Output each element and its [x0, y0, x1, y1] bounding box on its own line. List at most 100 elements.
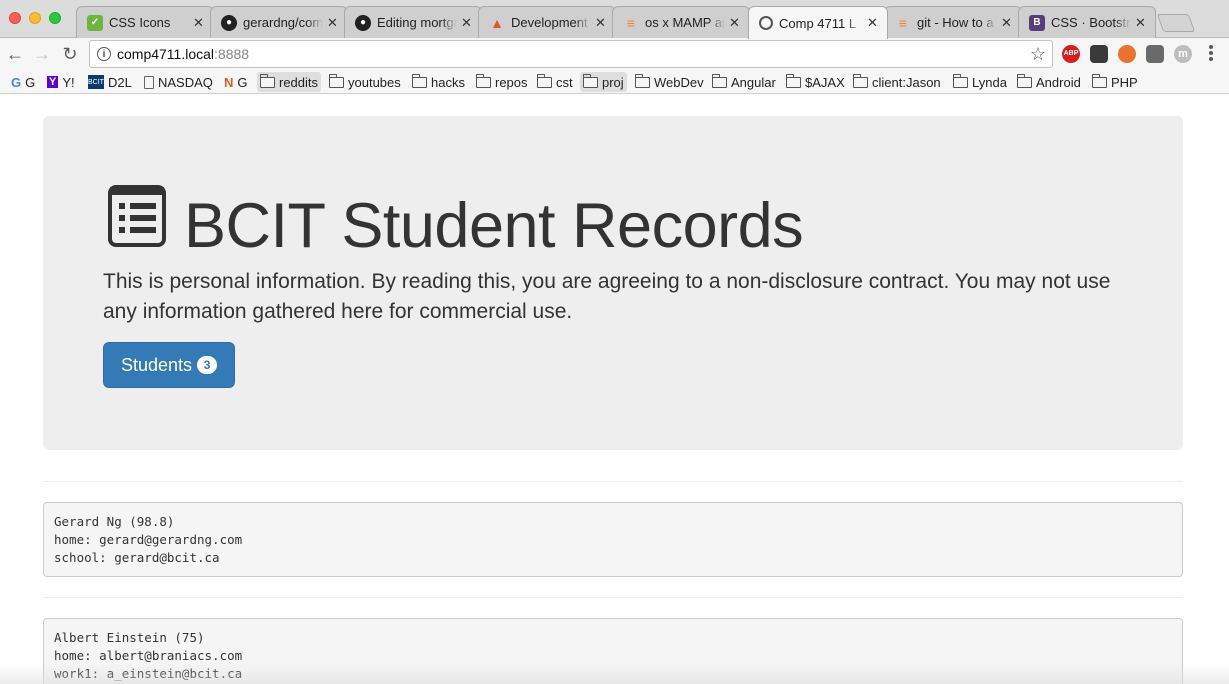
- close-tab-icon[interactable]: ✕: [1135, 15, 1147, 31]
- yahoo-icon: Y: [47, 76, 59, 88]
- bookmark-label: Angular: [731, 74, 776, 90]
- new-tab-button[interactable]: [1156, 14, 1196, 32]
- students-button-label: Students: [120, 354, 193, 375]
- close-tab-icon[interactable]: ✕: [729, 15, 741, 31]
- tab-title: git - How to a: [917, 15, 994, 30]
- bookmark-label: Y!: [62, 74, 75, 90]
- folder-icon: [634, 73, 650, 88]
- bookmark-folder-webdev[interactable]: WebDev: [632, 72, 707, 92]
- bookmark-label: G: [25, 74, 36, 90]
- divider: [43, 597, 1183, 598]
- browser-tab[interactable]: ≡ git - How to a ✕: [884, 6, 1022, 38]
- browser-tab[interactable]: ▲ Development ✕: [478, 6, 616, 38]
- bookmark-label: client:Jason: [872, 74, 941, 90]
- bookmark-label: D2L: [108, 74, 132, 90]
- students-count-badge: 3: [197, 356, 218, 374]
- bookmark-label: NASDAQ: [158, 74, 213, 90]
- bookmark-folder-reddits[interactable]: reddits: [257, 72, 322, 92]
- bookmark-label: reddits: [279, 74, 319, 90]
- students-button[interactable]: Students 3: [103, 342, 235, 388]
- bookmark-label: youtubes: [348, 74, 401, 90]
- bookmark-d2l[interactable]: BCIT D2L: [85, 72, 135, 92]
- bookmark-google[interactable]: G G: [8, 72, 38, 92]
- folder-icon: [328, 73, 344, 88]
- page-content: BCIT Student Records This is personal in…: [0, 95, 1229, 684]
- bookmark-label: Lynda: [972, 74, 1007, 90]
- ghostery-icon[interactable]: [1090, 45, 1108, 63]
- bookmark-label: Android: [1036, 74, 1081, 90]
- browser-tab[interactable]: ✓ CSS Icons ✕: [76, 6, 214, 38]
- address-bar[interactable]: i comp4711.local:8888 ☆: [89, 40, 1053, 68]
- browser-tab-active[interactable]: Comp 4711 L ✕: [748, 6, 888, 39]
- folder-icon: [711, 73, 727, 88]
- bcit-icon: BCIT: [88, 75, 104, 89]
- folder-icon: [785, 73, 801, 88]
- extension-m-icon[interactable]: m: [1174, 45, 1192, 63]
- bookmark-star-icon[interactable]: ☆: [1030, 44, 1046, 65]
- divider: [43, 481, 1183, 482]
- close-tab-icon[interactable]: ✕: [461, 15, 473, 31]
- folder-icon: [582, 73, 598, 88]
- folder-icon: [411, 73, 427, 88]
- css-icons-favicon: ✓: [87, 14, 103, 31]
- tab-title: CSS · Bootstr: [1051, 15, 1131, 30]
- bookmark-folder-ajax[interactable]: $AJAX: [783, 72, 848, 92]
- bookmark-label: PHP: [1111, 74, 1138, 90]
- browser-tab-strip: ✓ CSS Icons ✕ ● gerardng/com ✕ ● Editing…: [0, 0, 1229, 39]
- jumbotron: BCIT Student Records This is personal in…: [43, 116, 1183, 450]
- back-arrow-icon[interactable]: ←: [4, 43, 26, 65]
- close-tab-icon[interactable]: ✕: [193, 15, 205, 31]
- stackoverflow-favicon: ≡: [898, 14, 908, 31]
- extension-orange-icon[interactable]: [1118, 45, 1136, 63]
- browser-tab[interactable]: ≡ os x MAMP ap ✕: [612, 6, 750, 38]
- bookmark-label: cst: [556, 74, 573, 90]
- tab-title: Comp 4711 L: [779, 15, 857, 31]
- close-tab-icon[interactable]: ✕: [867, 15, 879, 31]
- google-icon: G: [11, 74, 22, 90]
- bookmark-folder-repos[interactable]: repos: [473, 72, 531, 92]
- bookmark-yahoo[interactable]: Y Y!: [44, 72, 78, 92]
- folder-icon: [1016, 73, 1032, 88]
- tab-title: Editing mortga: [377, 15, 457, 30]
- folder-icon: [1091, 73, 1107, 88]
- tab-title: Development: [511, 15, 588, 30]
- bookmark-folder-proj[interactable]: proj: [580, 72, 627, 92]
- bookmark-folder-lynda[interactable]: Lynda: [950, 72, 1010, 92]
- browser-tab[interactable]: B CSS · Bootstr ✕: [1018, 6, 1156, 38]
- reload-icon[interactable]: ↻: [59, 43, 81, 65]
- close-tab-icon[interactable]: ✕: [1001, 15, 1013, 31]
- bookmark-label: G: [237, 74, 248, 90]
- bookmark-folder-client-jason[interactable]: client:Jason: [850, 72, 944, 92]
- minimize-window-button[interactable]: [29, 12, 41, 24]
- bookmark-folder-hacks[interactable]: hacks: [409, 72, 468, 92]
- folder-icon: [952, 73, 968, 88]
- close-tab-icon[interactable]: ✕: [327, 15, 339, 31]
- disclaimer-text: This is personal information. By reading…: [103, 270, 1111, 323]
- bookmark-g[interactable]: N G: [221, 72, 251, 92]
- bookmark-nasdaq[interactable]: NASDAQ: [141, 72, 216, 92]
- bookmark-folder-cst[interactable]: cst: [534, 72, 576, 92]
- bookmark-label: hacks: [431, 74, 465, 90]
- bookmark-label: $AJAX: [805, 74, 845, 90]
- site-info-icon[interactable]: i: [97, 47, 111, 61]
- page-title: BCIT Student Records: [184, 191, 804, 261]
- bookmark-label: WebDev: [654, 74, 704, 90]
- bookmark-folder-android[interactable]: Android: [1014, 72, 1084, 92]
- url-port: :8888: [214, 46, 250, 62]
- bookmark-folder-angular[interactable]: Angular: [709, 72, 779, 92]
- student-record: Albert Einstein (75) home: albert@brania…: [43, 618, 1183, 684]
- close-window-button[interactable]: [9, 12, 21, 24]
- browser-tab[interactable]: ● Editing mortga ✕: [344, 6, 482, 38]
- student-record: Gerard Ng (98.8) home: gerard@gerardng.c…: [43, 502, 1183, 577]
- adblock-plus-icon[interactable]: ABP: [1062, 45, 1080, 63]
- bookmark-folder-youtubes[interactable]: youtubes: [326, 72, 404, 92]
- stackoverflow-favicon: ≡: [626, 14, 636, 31]
- bookmark-folder-php[interactable]: PHP: [1089, 72, 1141, 92]
- forward-arrow-icon[interactable]: →: [31, 43, 53, 65]
- close-tab-icon[interactable]: ✕: [595, 15, 607, 31]
- browser-tab[interactable]: ● gerardng/com ✕: [210, 6, 348, 38]
- chrome-menu-icon[interactable]: [1208, 44, 1214, 64]
- pocket-icon[interactable]: [1146, 45, 1164, 63]
- zoom-window-button[interactable]: [49, 12, 61, 24]
- github-favicon: ●: [221, 14, 237, 31]
